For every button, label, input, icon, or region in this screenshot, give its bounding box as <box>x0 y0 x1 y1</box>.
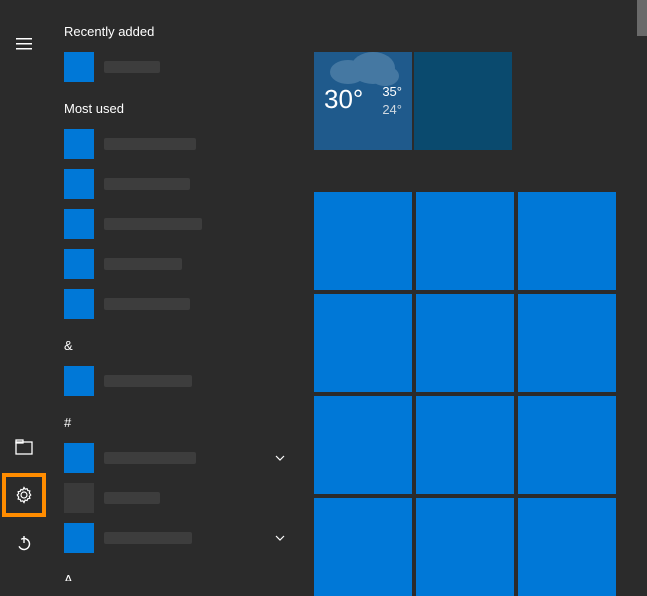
app-label-placeholder <box>104 452 196 464</box>
chevron-down-icon[interactable] <box>274 452 286 464</box>
settings-button[interactable] <box>0 471 48 519</box>
app-label-placeholder <box>104 375 192 387</box>
section-letter-amp[interactable]: & <box>64 338 290 353</box>
weather-current-temp: 30° <box>324 84 363 115</box>
section-letter-hash[interactable]: # <box>64 415 290 430</box>
app-icon <box>64 52 94 82</box>
file-explorer-button[interactable] <box>0 423 48 471</box>
app-icon <box>64 483 94 513</box>
live-tile[interactable] <box>518 396 616 494</box>
tile-grid <box>314 192 616 596</box>
app-label-placeholder <box>104 178 190 190</box>
app-label-placeholder <box>104 258 182 270</box>
app-icon <box>64 523 94 553</box>
start-rail <box>0 0 48 581</box>
app-icon <box>64 169 94 199</box>
list-item[interactable] <box>64 440 290 476</box>
app-icon <box>64 289 94 319</box>
weather-tile[interactable]: 30° 35° 24° <box>314 52 412 150</box>
app-icon <box>64 366 94 396</box>
live-tile[interactable] <box>314 294 412 392</box>
weather-low-temp: 24° <box>382 102 402 117</box>
tile-dark[interactable] <box>414 52 512 150</box>
section-recently-added[interactable]: Recently added <box>64 24 290 39</box>
live-tile[interactable] <box>416 192 514 290</box>
app-label-placeholder <box>104 218 202 230</box>
app-list: Recently added Most used & # A <box>48 0 306 581</box>
app-icon <box>64 443 94 473</box>
list-item[interactable] <box>64 363 290 399</box>
app-icon <box>64 129 94 159</box>
live-tile[interactable] <box>416 396 514 494</box>
app-label-placeholder <box>104 298 190 310</box>
live-tile[interactable] <box>416 498 514 596</box>
list-item[interactable] <box>64 520 290 556</box>
hamburger-icon <box>16 38 32 50</box>
scrollbar-thumb[interactable] <box>637 0 647 36</box>
list-item[interactable] <box>64 286 290 322</box>
power-icon <box>16 535 32 551</box>
app-label-placeholder <box>104 492 160 504</box>
app-icon <box>64 209 94 239</box>
file-explorer-icon <box>15 439 33 455</box>
app-icon <box>64 249 94 279</box>
list-item[interactable] <box>64 206 290 242</box>
chevron-down-icon[interactable] <box>274 532 286 544</box>
live-tile[interactable] <box>518 192 616 290</box>
live-tile[interactable] <box>314 498 412 596</box>
list-item[interactable] <box>64 49 290 85</box>
gear-icon <box>15 486 33 504</box>
list-item[interactable] <box>64 480 290 516</box>
section-letter-a[interactable]: A <box>64 572 290 581</box>
list-item[interactable] <box>64 166 290 202</box>
list-item[interactable] <box>64 126 290 162</box>
list-item[interactable] <box>64 246 290 282</box>
live-tile[interactable] <box>518 294 616 392</box>
live-tile[interactable] <box>416 294 514 392</box>
section-most-used[interactable]: Most used <box>64 101 290 116</box>
app-label-placeholder <box>104 532 192 544</box>
app-label-placeholder <box>104 138 196 150</box>
weather-high-temp: 35° <box>382 84 402 99</box>
live-tile[interactable] <box>518 498 616 596</box>
app-label-placeholder <box>104 61 160 73</box>
live-tile[interactable] <box>314 396 412 494</box>
live-tile[interactable] <box>314 192 412 290</box>
hamburger-button[interactable] <box>0 20 48 68</box>
power-button[interactable] <box>0 519 48 567</box>
